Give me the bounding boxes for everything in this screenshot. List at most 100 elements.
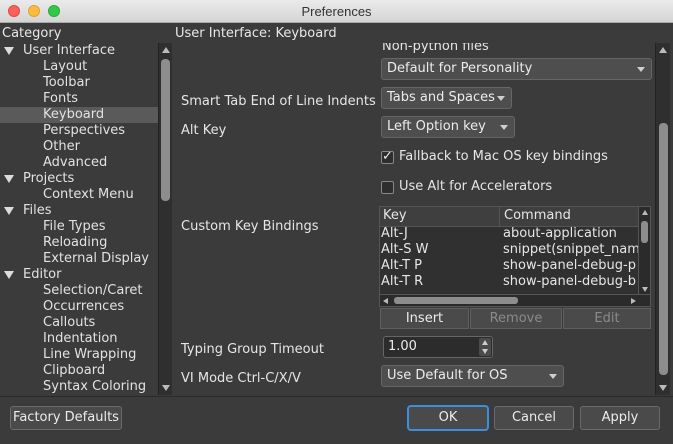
- tree-item-perspectives[interactable]: Perspectives: [0, 123, 158, 139]
- tree-item-advanced[interactable]: Advanced: [0, 155, 158, 171]
- insert-button[interactable]: Insert: [380, 308, 469, 329]
- scroll-down-arrow-icon[interactable]: [162, 385, 170, 391]
- expand-triangle-icon[interactable]: [4, 47, 14, 55]
- tree-item-file-types[interactable]: File Types: [0, 219, 158, 235]
- fallback-mac-label[interactable]: Fallback to Mac OS key bindings: [399, 149, 608, 164]
- fallback-mac-checkbox[interactable]: [381, 149, 394, 164]
- tree-item-files[interactable]: Files: [0, 203, 158, 219]
- tree-item-user-interface[interactable]: User Interface: [0, 43, 158, 59]
- chevron-down-icon: [637, 67, 645, 72]
- tree-item-projects[interactable]: Projects: [0, 171, 158, 187]
- key-bindings-vertical-scrollbar[interactable]: [638, 207, 650, 295]
- use-alt-accelerators-checkbox[interactable]: [381, 181, 394, 194]
- expand-triangle-icon[interactable]: [4, 175, 14, 183]
- scroll-up-arrow-icon[interactable]: [162, 47, 170, 53]
- table-row[interactable]: Alt-J about-application: [380, 226, 640, 242]
- tree-item-editor[interactable]: Editor: [0, 267, 158, 283]
- tree-item-label: Selection/Caret: [43, 283, 143, 298]
- spinner-stepper[interactable]: [479, 338, 491, 356]
- tree-item-label: Layout: [43, 59, 88, 74]
- window-title: Preferences: [301, 4, 372, 19]
- tree-item-callouts[interactable]: Callouts: [0, 315, 158, 331]
- tree-item-label: Files: [23, 203, 52, 218]
- non-python-files-value: Default for Personality: [387, 61, 533, 76]
- smart-tab-value: Tabs and Spaces: [387, 90, 495, 105]
- use-alt-accelerators-label[interactable]: Use Alt for Accelerators: [399, 179, 552, 194]
- binding-command: snippet(snippet_name: [503, 242, 640, 257]
- smart-tab-dropdown[interactable]: Tabs and Spaces: [381, 87, 512, 109]
- tree-item-label: Clipboard: [43, 363, 106, 378]
- tree-item-label: Callouts: [43, 315, 96, 330]
- settings-panel-scrollbar[interactable]: [655, 43, 670, 395]
- chevron-down-icon: [549, 374, 557, 379]
- scroll-down-arrow-icon[interactable]: [642, 287, 648, 292]
- scrollbar-thumb[interactable]: [641, 221, 648, 243]
- cancel-button[interactable]: Cancel: [494, 406, 574, 430]
- binding-command: show-panel-debug-b: [503, 274, 636, 289]
- tree-item-label: Other: [43, 139, 80, 154]
- tree-item-label: File Types: [43, 219, 106, 234]
- factory-defaults-button[interactable]: Factory Defaults: [10, 406, 122, 430]
- tree-item-selection-caret[interactable]: Selection/Caret: [0, 283, 158, 299]
- scrollbar-thumb[interactable]: [161, 59, 170, 201]
- table-row[interactable]: Alt-S W snippet(snippet_name: [380, 242, 640, 258]
- tree-item-layout[interactable]: Layout: [0, 59, 158, 75]
- table-row[interactable]: Alt-T R show-panel-debug-b: [380, 274, 640, 290]
- scrollbar-thumb[interactable]: [394, 297, 518, 304]
- tree-item-context-menu[interactable]: Context Menu: [0, 187, 158, 203]
- tree-item-label: User Interface: [23, 43, 115, 58]
- tree-item-label: Indentation: [43, 331, 118, 346]
- key-bindings-horizontal-scrollbar[interactable]: [380, 294, 650, 306]
- tree-item-label: Reloading: [43, 235, 108, 250]
- typing-group-timeout-value[interactable]: 1.00: [388, 339, 417, 354]
- command-column-header[interactable]: Command: [504, 208, 571, 223]
- tree-item-label: External Display: [43, 251, 149, 266]
- remove-button[interactable]: Remove: [470, 308, 562, 329]
- tree-item-clipboard[interactable]: Clipboard: [0, 363, 158, 379]
- tree-item-fonts[interactable]: Fonts: [0, 91, 158, 107]
- tree-item-reloading[interactable]: Reloading: [0, 235, 158, 251]
- scroll-up-arrow-icon[interactable]: [659, 47, 667, 53]
- vi-mode-dropdown[interactable]: Use Default for OS: [381, 365, 564, 387]
- binding-key: Alt-J: [381, 226, 408, 241]
- binding-key: Alt-T P: [381, 258, 423, 273]
- category-tree[interactable]: User Interface Layout Toolbar Fonts Keyboard…: [0, 43, 158, 395]
- non-python-files-dropdown[interactable]: Default for Personality: [381, 58, 652, 80]
- tree-item-line-wrapping[interactable]: Line Wrapping: [0, 347, 158, 363]
- scroll-down-arrow-icon[interactable]: [659, 385, 667, 391]
- category-tree-scrollbar[interactable]: [158, 43, 172, 395]
- typing-group-timeout-spinner[interactable]: 1.00: [383, 336, 493, 358]
- scroll-up-arrow-icon[interactable]: [642, 210, 648, 215]
- binding-command: show-panel-debug-p: [503, 258, 636, 273]
- expand-triangle-icon[interactable]: [4, 207, 14, 215]
- key-bindings-table[interactable]: Key Command Alt-J about-application Alt-…: [379, 206, 651, 307]
- binding-key: Alt-S W: [381, 242, 429, 257]
- tree-item-other[interactable]: Other: [0, 139, 158, 155]
- expand-triangle-icon[interactable]: [4, 271, 14, 279]
- scrollbar-thumb[interactable]: [659, 123, 668, 375]
- tree-item-external-display[interactable]: External Display: [0, 251, 158, 267]
- tree-item-occurrences[interactable]: Occurrences: [0, 299, 158, 315]
- ok-button[interactable]: OK: [408, 406, 488, 430]
- scroll-right-arrow-icon[interactable]: [631, 298, 636, 304]
- tree-item-label: Perspectives: [43, 123, 126, 138]
- apply-button[interactable]: Apply: [580, 406, 660, 430]
- tree-item-keyboard[interactable]: Keyboard: [0, 107, 158, 123]
- vi-mode-value: Use Default for OS: [387, 368, 508, 383]
- table-row[interactable]: Alt-T P show-panel-debug-p: [380, 258, 640, 274]
- tree-item-toolbar[interactable]: Toolbar: [0, 75, 158, 91]
- section-header: User Interface: Keyboard: [175, 26, 337, 41]
- increment-arrow-icon[interactable]: [482, 340, 488, 345]
- scroll-left-arrow-icon[interactable]: [383, 298, 388, 304]
- tree-item-syntax-coloring[interactable]: Syntax Coloring: [0, 379, 158, 395]
- key-column-header[interactable]: Key: [383, 208, 407, 223]
- decrement-arrow-icon[interactable]: [482, 349, 488, 354]
- edit-button[interactable]: Edit: [563, 308, 651, 329]
- custom-key-bindings-label: Custom Key Bindings: [181, 219, 319, 234]
- tree-item-indentation[interactable]: Indentation: [0, 331, 158, 347]
- tree-item-label: Toolbar: [43, 75, 90, 90]
- tree-item-label: Editor: [23, 267, 62, 282]
- non-python-files-label: Non-python files: [382, 43, 489, 54]
- alt-key-dropdown[interactable]: Left Option key: [381, 116, 515, 138]
- vi-mode-label: VI Mode Ctrl-C/X/V: [181, 371, 301, 386]
